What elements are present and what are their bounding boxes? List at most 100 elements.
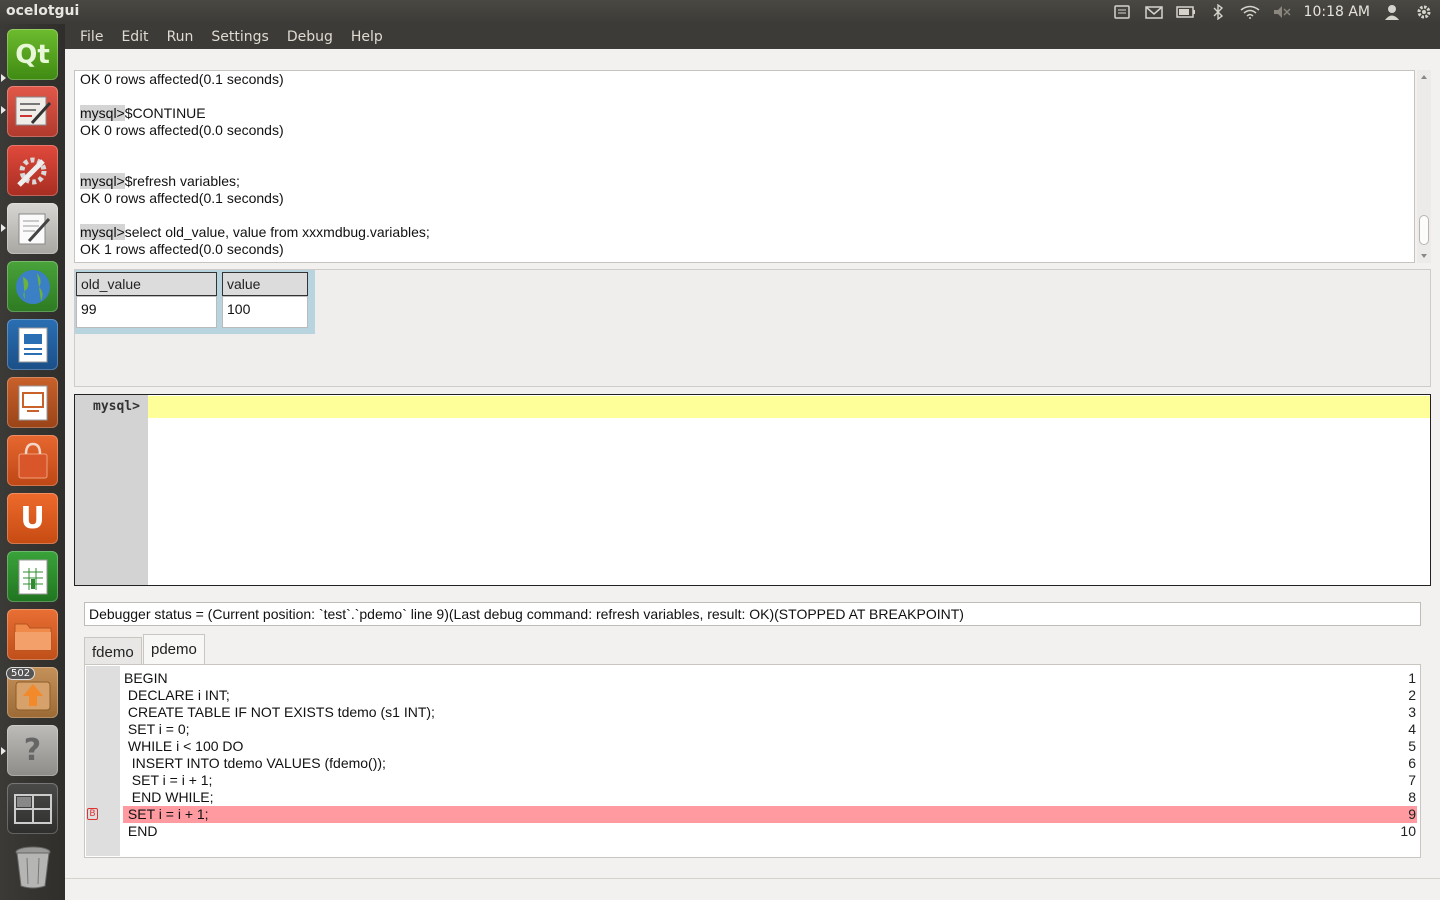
result-cell[interactable]: 99 bbox=[76, 296, 217, 328]
editor-prompt-gutter: mysql> bbox=[75, 395, 148, 585]
launcher-workspaces[interactable] bbox=[7, 783, 58, 834]
menu-edit[interactable]: Edit bbox=[112, 29, 157, 45]
main-window: OK 0 rows affected(0.1 seconds) mysql>$C… bbox=[65, 49, 1440, 900]
top-panel: ocelotgui 10:18 AM bbox=[0, 0, 1440, 24]
editor-prompt: mysql> bbox=[93, 399, 140, 414]
breakpoint-icon[interactable]: B bbox=[87, 808, 98, 820]
menu-help[interactable]: Help bbox=[342, 29, 392, 45]
launcher-calc[interactable] bbox=[7, 551, 58, 602]
line-number: 6 bbox=[1408, 755, 1416, 771]
menu-file[interactable]: File bbox=[71, 29, 112, 45]
launcher: Qt U 502 ? bbox=[0, 24, 65, 900]
launcher-text-editor[interactable] bbox=[7, 203, 58, 254]
line-number: 5 bbox=[1408, 738, 1416, 754]
keyboard-icon[interactable] bbox=[1112, 0, 1132, 24]
app-title: ocelotgui bbox=[6, 3, 80, 19]
settings-gear-icon[interactable] bbox=[1414, 0, 1434, 24]
launcher-impress[interactable] bbox=[7, 377, 58, 428]
result-grid: old_value value 99 100 bbox=[75, 270, 315, 334]
code-line[interactable]: DECLARE i INT; bbox=[124, 687, 230, 703]
impress-presentation-icon bbox=[18, 385, 47, 420]
help-question-icon: ? bbox=[23, 733, 42, 768]
line-number: 8 bbox=[1408, 789, 1416, 805]
line-number: 4 bbox=[1408, 721, 1416, 737]
bluetooth-icon[interactable] bbox=[1208, 0, 1228, 24]
history-line: mysql>select old_value, value from xxxmd… bbox=[80, 224, 430, 240]
launcher-software-center[interactable] bbox=[7, 435, 58, 486]
menu-run[interactable]: Run bbox=[158, 29, 203, 45]
user-icon[interactable] bbox=[1382, 0, 1402, 24]
debugger-status: Debugger status = (Current position: `te… bbox=[84, 602, 1421, 626]
tab-pdemo[interactable]: pdemo bbox=[143, 634, 205, 664]
history-line: OK 0 rows affected(0.0 seconds) bbox=[80, 122, 284, 138]
history-line: OK 0 rows affected(0.1 seconds) bbox=[80, 71, 284, 87]
launcher-system-monitor[interactable] bbox=[7, 86, 58, 137]
menu-settings[interactable]: Settings bbox=[202, 29, 277, 45]
ubuntu-one-icon: U bbox=[20, 501, 45, 536]
wifi-icon[interactable] bbox=[1240, 0, 1260, 24]
scrollbar-thumb[interactable] bbox=[1419, 215, 1429, 245]
code-line[interactable]: END bbox=[124, 823, 158, 839]
workspace-switcher-icon bbox=[13, 793, 52, 824]
launcher-trash[interactable] bbox=[7, 841, 58, 892]
line-number: 1 bbox=[1408, 670, 1416, 686]
system-monitor-icon bbox=[15, 96, 51, 125]
mail-icon[interactable] bbox=[1144, 0, 1164, 24]
history-line: mysql>$refresh variables; bbox=[80, 173, 240, 189]
launcher-writer[interactable] bbox=[7, 319, 58, 370]
code-line[interactable]: INSERT INTO tdemo VALUES (fdemo()); bbox=[124, 755, 386, 771]
running-indicator bbox=[1, 747, 6, 755]
globe-icon bbox=[15, 269, 50, 304]
code-line[interactable]: END WHILE; bbox=[124, 789, 214, 805]
updates-count-badge: 502 bbox=[6, 667, 36, 680]
code-line[interactable]: WHILE i < 100 DO bbox=[124, 738, 244, 754]
debug-source-panel[interactable]: B 1 2 3 4 5 6 7 8 9 10 BEGIN DECLARE i I… bbox=[84, 664, 1421, 858]
history-line: mysql>$CONTINUE bbox=[80, 105, 206, 121]
writer-document-icon bbox=[18, 327, 47, 362]
launcher-ubuntu-one[interactable]: U bbox=[7, 493, 58, 544]
qt-icon: Qt bbox=[15, 39, 50, 70]
running-indicator bbox=[1, 224, 6, 232]
trash-icon bbox=[15, 846, 50, 888]
statement-editor[interactable]: mysql> bbox=[74, 394, 1431, 586]
history-scrollbar[interactable] bbox=[1417, 70, 1431, 263]
running-indicator bbox=[1, 106, 6, 114]
editor-current-line[interactable] bbox=[148, 396, 1430, 418]
launcher-qt-creator[interactable]: Qt bbox=[7, 29, 58, 80]
launcher-web-browser[interactable] bbox=[7, 261, 58, 312]
column-header-old-value[interactable]: old_value bbox=[76, 272, 217, 296]
scroll-up-arrow-icon[interactable] bbox=[1417, 72, 1431, 82]
running-indicator bbox=[1, 74, 6, 82]
launcher-system-settings[interactable] bbox=[7, 145, 58, 196]
code-line[interactable]: SET i = i + 1; bbox=[124, 772, 213, 788]
code-line[interactable]: CREATE TABLE IF NOT EXISTS tdemo (s1 INT… bbox=[124, 704, 435, 720]
code-line-breakpoint[interactable]: SET i = i + 1; bbox=[124, 806, 209, 822]
menu-debug[interactable]: Debug bbox=[278, 29, 342, 45]
scroll-down-arrow-icon[interactable] bbox=[1417, 251, 1431, 261]
line-number: 3 bbox=[1408, 704, 1416, 720]
bottom-divider bbox=[65, 878, 1440, 879]
result-cell[interactable]: 100 bbox=[222, 296, 308, 328]
history-output[interactable]: OK 0 rows affected(0.1 seconds) mysql>$C… bbox=[74, 70, 1415, 263]
line-number: 7 bbox=[1408, 772, 1416, 788]
launcher-help[interactable]: ? bbox=[7, 725, 58, 776]
history-line: OK 1 rows affected(0.0 seconds) bbox=[80, 241, 284, 257]
clock[interactable]: 10:18 AM bbox=[1304, 4, 1370, 20]
result-grid-area: old_value value 99 100 bbox=[74, 269, 1431, 387]
tab-fdemo[interactable]: fdemo bbox=[84, 637, 142, 664]
folder-icon bbox=[14, 623, 51, 650]
battery-icon[interactable] bbox=[1175, 0, 1196, 24]
column-header-value[interactable]: value bbox=[222, 272, 308, 296]
system-tray: 10:18 AM bbox=[1106, 0, 1440, 24]
line-number: 2 bbox=[1408, 687, 1416, 703]
volume-muted-icon[interactable] bbox=[1272, 0, 1292, 24]
line-number: 9 bbox=[1408, 806, 1416, 822]
code-line[interactable]: SET i = 0; bbox=[124, 721, 190, 737]
launcher-files[interactable] bbox=[7, 609, 58, 660]
wrench-gear-icon bbox=[16, 157, 46, 187]
menu-bar: File Edit Run Settings Debug Help bbox=[65, 24, 1440, 49]
shopping-bag-icon bbox=[18, 442, 47, 478]
spreadsheet-icon bbox=[18, 559, 47, 594]
code-line[interactable]: BEGIN bbox=[124, 670, 168, 686]
history-line: OK 0 rows affected(0.1 seconds) bbox=[80, 190, 284, 206]
